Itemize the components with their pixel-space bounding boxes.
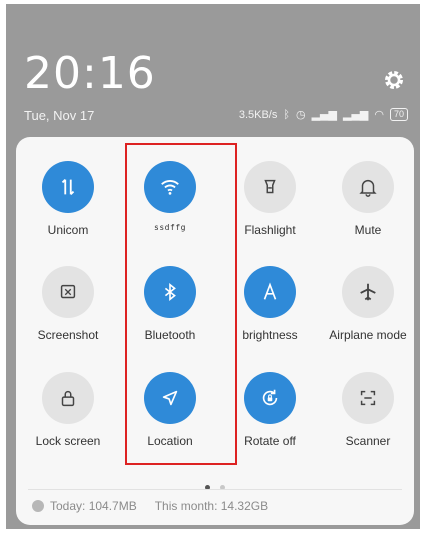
gear-icon[interactable] [382,68,406,92]
tile-airplane-mode[interactable]: Airplane mode [318,266,418,342]
data-usage-icon [32,500,44,512]
highlight-box [125,143,237,465]
bluetooth-icon: ᛒ [283,108,290,121]
tile-mobile-data[interactable]: Unicom [18,161,118,237]
tile-label: Scanner [345,434,391,448]
screenshot-icon [42,266,94,318]
usage-month: This month: 14.32GB [154,499,269,513]
signal-icon: ▂▄▆ [342,108,369,121]
tile-label: Unicom [47,223,89,237]
tile-scanner[interactable]: Scanner [318,372,418,448]
date: Tue, Nov 17 [24,108,95,123]
notification-shade: 20:16 Tue, Nov 17 3.5KB/s ᛒ ◷ ▂▄▆ ▂▄▆ ◠ … [6,4,420,529]
tile-label: Screenshot [37,328,99,342]
tile-mute[interactable]: Mute [318,161,418,237]
tile-lock-screen[interactable]: Lock screen [18,372,118,448]
divider [28,489,402,490]
tile-label: Mute [354,223,382,237]
airplane-icon [342,266,394,318]
status-icons: 3.5KB/s ᛒ ◷ ▂▄▆ ▂▄▆ ◠ 70 [239,108,408,121]
mobile-data-icon [42,161,94,213]
tile-label: Airplane mode [329,328,407,342]
lock-icon [42,372,94,424]
clock: 20:16 [24,48,156,99]
battery-icon: 70 [389,108,408,121]
wifi-icon: ◠ [374,108,384,121]
usage-today: Today: 104.7MB [50,499,137,513]
tile-screenshot[interactable]: Screenshot [18,266,118,342]
network-speed: 3.5KB/s [238,108,278,121]
page-indicator [16,477,414,495]
tile-label: Lock screen [35,434,101,448]
flashlight-icon [244,161,296,213]
rotate-lock-icon [244,372,296,424]
bell-icon [342,161,394,213]
scanner-icon [342,372,394,424]
auto-brightness-icon [244,266,296,318]
data-usage[interactable]: Today: 104.7MB This month: 14.32GB [32,499,268,513]
signal-icon: ▂▄▆ [311,108,337,121]
alarm-icon: ◷ [295,108,306,121]
